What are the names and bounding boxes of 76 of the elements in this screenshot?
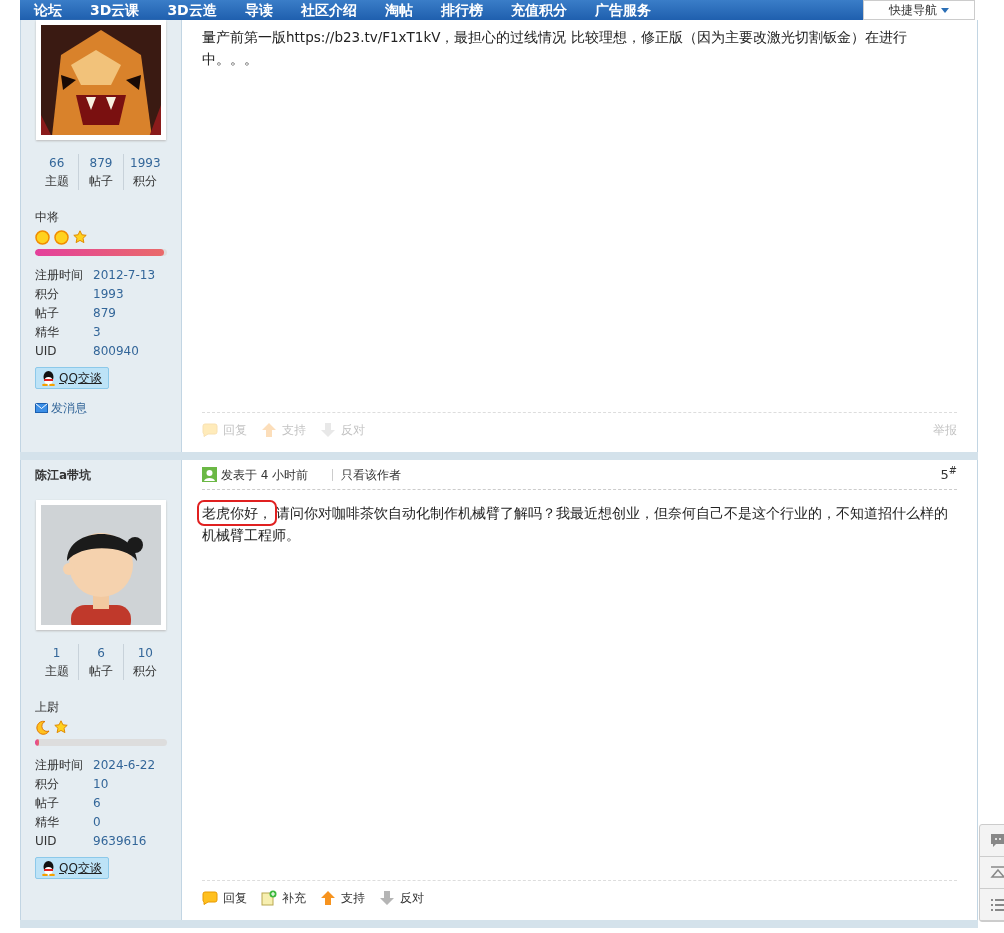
stat-label: 主题 <box>43 173 70 190</box>
stat-value[interactable]: 66 <box>35 154 79 172</box>
support-button[interactable]: 支持 <box>320 888 365 907</box>
profile-label: 积分 <box>35 776 60 793</box>
nav-link[interactable]: 3D云造 <box>153 0 231 20</box>
list-icon[interactable] <box>990 896 1004 913</box>
qq-chat-button[interactable]: QQ交谈 <box>35 367 109 389</box>
nav-link[interactable]: 社区介绍 <box>286 0 371 20</box>
profile-value: 3 <box>93 324 101 341</box>
profile-value: 2012-7-13 <box>93 267 156 284</box>
caret-icon <box>940 8 949 13</box>
stat-label: 积分 <box>132 173 159 190</box>
nav-link[interactable]: 排行榜 <box>426 0 497 20</box>
comment-icon[interactable] <box>990 832 1004 849</box>
profile-value: 800940 <box>93 343 139 360</box>
profile-value: 0 <box>93 814 101 831</box>
stat-value[interactable]: 1993 <box>123 154 167 172</box>
profile-label: 注册时间 <box>35 757 84 774</box>
rank-title: 中将 <box>35 209 60 226</box>
star-icon <box>54 720 68 734</box>
quick-nav-button[interactable]: 快捷导航 <box>863 0 975 20</box>
up-arrow-icon <box>320 889 336 906</box>
supplement-button[interactable]: 补充 <box>261 888 306 907</box>
nav-link[interactable]: 论坛 <box>20 0 76 20</box>
speech-bubble-icon <box>202 890 218 905</box>
profile-label: 帖子 <box>35 305 60 322</box>
note-plus-icon <box>261 889 277 906</box>
user-icon <box>202 467 217 482</box>
profile-value: 9639616 <box>93 833 147 850</box>
send-message-link[interactable]: 发消息 <box>35 398 87 417</box>
nav-link[interactable]: 广告服务 <box>580 0 665 20</box>
post-text: 老虎你好， 请问你对咖啡茶饮自动化制作机械臂了解吗？我最近想创业，但奈何自己不是这个行业的，不知道招什么样的机械臂工程师。 <box>196 496 957 552</box>
penguin-icon <box>42 860 55 876</box>
star-icon <box>73 230 87 244</box>
stat-value[interactable]: 10 <box>123 644 167 662</box>
speech-bubble-icon <box>202 422 218 437</box>
stat-label: 帖子 <box>88 663 114 680</box>
stat-label: 积分 <box>132 663 159 680</box>
profile-label: 精华 <box>35 814 60 831</box>
author-name[interactable]: 陈江a带坑 <box>35 460 167 490</box>
stat-value[interactable]: 879 <box>79 154 123 172</box>
only-author-link[interactable]: 只看该作者 <box>341 465 402 484</box>
profile-label: UID <box>35 343 58 360</box>
profile-label: 精华 <box>35 324 60 341</box>
up-arrow-icon <box>261 421 277 438</box>
profile-label: 积分 <box>35 286 60 303</box>
profile-value: 1993 <box>93 286 124 303</box>
stat-value[interactable]: 6 <box>79 644 123 662</box>
profile-value: 10 <box>93 776 109 793</box>
profile-label: UID <box>35 833 58 850</box>
penguin-icon <box>42 370 55 386</box>
profile-label: 注册时间 <box>35 267 84 284</box>
profile-value: 879 <box>93 305 116 322</box>
sun-icon <box>35 230 50 245</box>
sun-icon <box>54 230 69 245</box>
rank-title: 上尉 <box>35 699 60 716</box>
stat-label: 帖子 <box>88 173 114 190</box>
post-text: 量产前第一版https://b23.tv/F1xT1kV，最担心的过线情况 比较理想，修正版（因为主要改激光切割钣金）在进行中。。。 <box>201 28 908 69</box>
post-time: 发表于 4 小时前 <box>221 466 309 484</box>
envelope-icon <box>35 402 48 413</box>
moon-icon <box>35 720 50 735</box>
oppose-button[interactable]: 反对 <box>379 888 424 907</box>
down-arrow-icon <box>379 889 395 906</box>
profile-value: 2024-6-22 <box>93 757 156 774</box>
qq-chat-button[interactable]: QQ交谈 <box>35 857 109 879</box>
profile-value: 6 <box>93 795 101 812</box>
back-to-top-icon[interactable] <box>990 864 1004 881</box>
stat-value[interactable]: 1 <box>35 644 79 662</box>
stat-label: 主题 <box>43 663 70 680</box>
floor-number: 5$^{#}$ <box>940 464 957 484</box>
nav-link[interactable]: 3D云课 <box>76 0 154 20</box>
reply-button[interactable]: 回复 <box>202 888 247 907</box>
nav-link[interactable]: 淘帖 <box>370 0 427 20</box>
nav-link[interactable]: 充值积分 <box>496 0 581 20</box>
nav-link[interactable]: 导读 <box>230 0 287 20</box>
profile-label: 帖子 <box>35 795 60 812</box>
